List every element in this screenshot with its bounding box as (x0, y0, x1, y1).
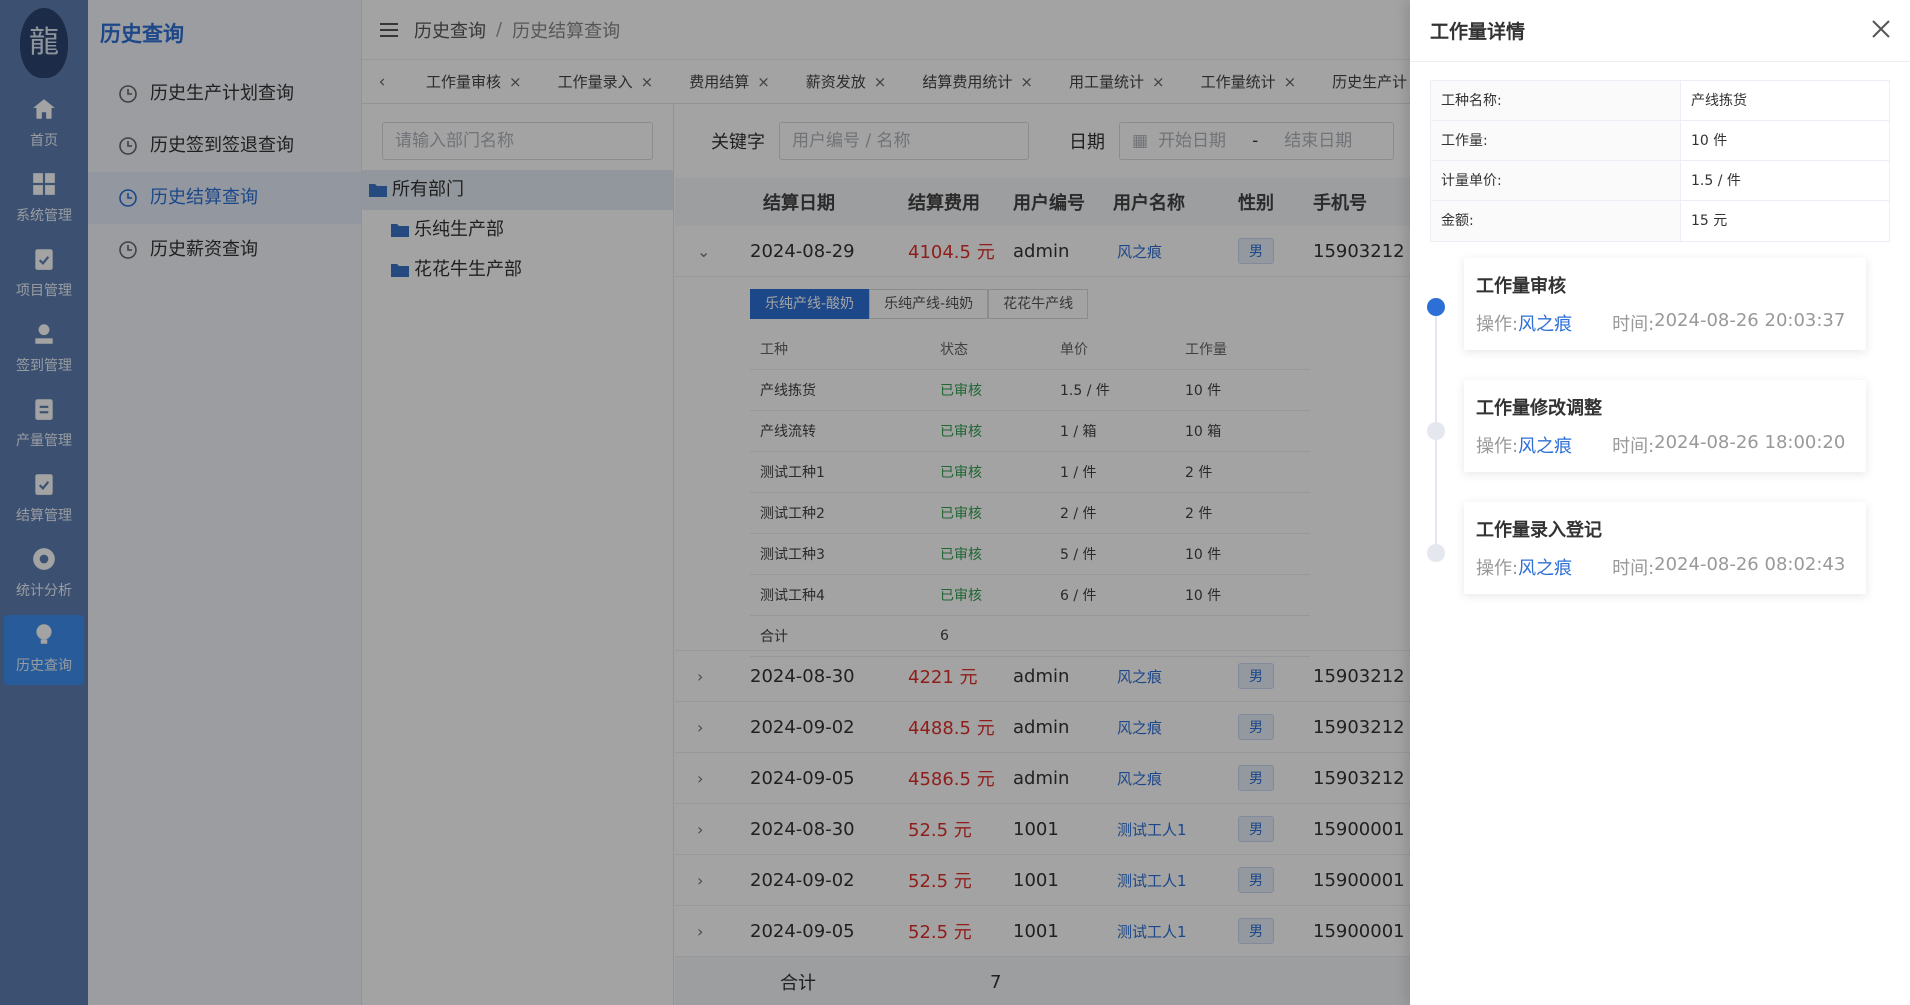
detail-row: 金额: 15 元 (1431, 201, 1889, 241)
timeline-dot (1427, 422, 1445, 440)
operator-link[interactable]: 风之痕 (1518, 554, 1572, 580)
detail-row: 工作量: 10 件 (1431, 121, 1889, 161)
detail-descriptions: 工种名称: 产线拣货 工作量: 10 件 计量单价: 1.5 / 件 金额: 15 元 (1430, 80, 1890, 242)
timeline-dot (1427, 544, 1445, 562)
operator-link[interactable]: 风之痕 (1518, 432, 1572, 458)
drawer-header: 工作量详情 (1410, 0, 1910, 62)
modal-overlay[interactable] (0, 0, 1410, 1005)
timeline-card: 工作量审核 操作: 风之痕 时间: 2024-08-26 20:03:37 (1464, 258, 1866, 350)
timeline-card: 工作量录入登记 操作: 风之痕 时间: 2024-08-26 08:02:43 (1464, 502, 1866, 594)
check-circle-icon (1427, 298, 1445, 316)
drawer-title: 工作量详情 (1430, 21, 1526, 43)
operator-link[interactable]: 风之痕 (1518, 310, 1572, 336)
detail-row: 计量单价: 1.5 / 件 (1431, 161, 1889, 201)
close-icon[interactable] (1870, 18, 1892, 40)
timeline-card: 工作量修改调整 操作: 风之痕 时间: 2024-08-26 18:00:20 (1464, 380, 1866, 472)
detail-row: 工种名称: 产线拣货 (1431, 81, 1889, 121)
